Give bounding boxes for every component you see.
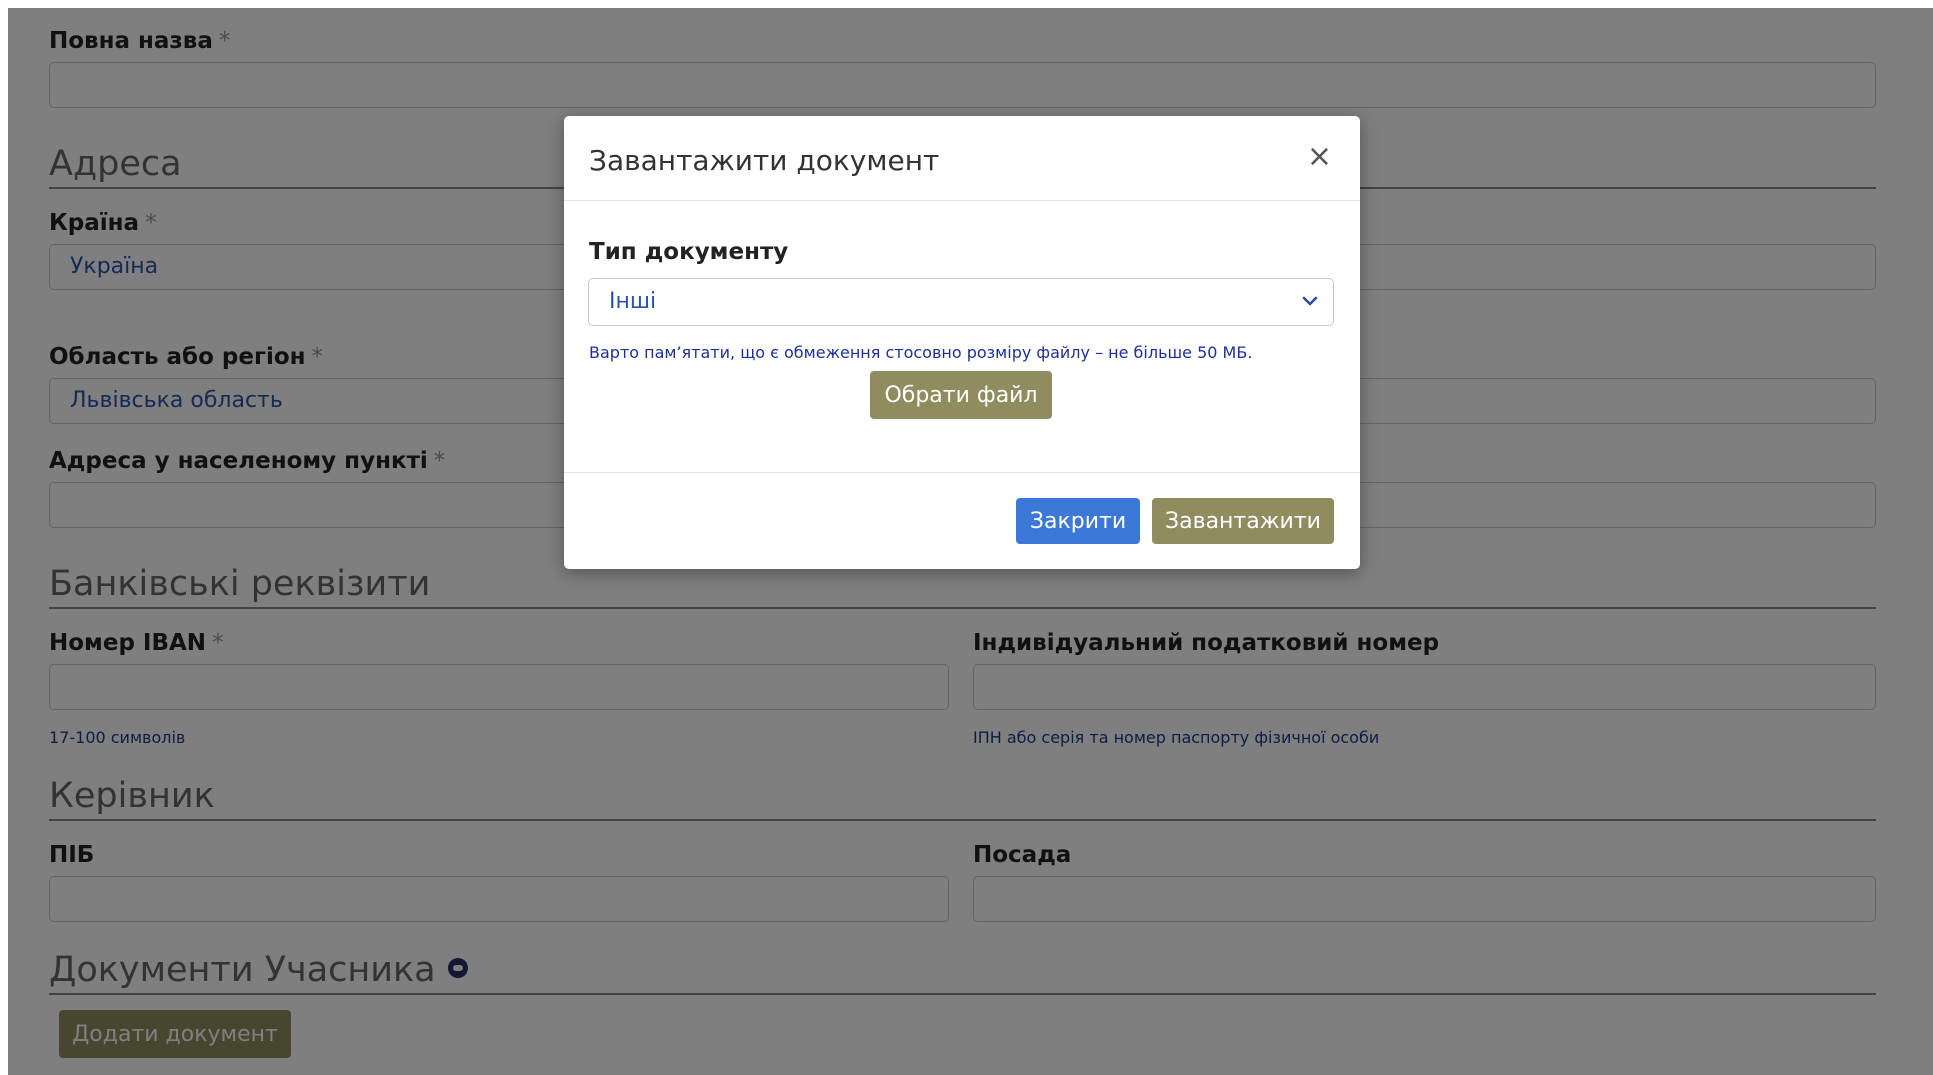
document-type-select[interactable]: Інші bbox=[588, 278, 1334, 326]
document-type-value: Інші bbox=[609, 289, 657, 314]
chevron-down-icon bbox=[1302, 296, 1318, 306]
page: Повна назва* Адреса Країна* Україна Обла… bbox=[8, 8, 1933, 1075]
modal-header-divider bbox=[564, 200, 1360, 201]
file-size-note: Варто пам’ятати, що є обмеження стосовно… bbox=[589, 343, 1253, 362]
document-type-label: Тип документу bbox=[589, 239, 789, 265]
close-icon[interactable]: × bbox=[1307, 142, 1332, 172]
upload-button[interactable]: Завантажити bbox=[1152, 498, 1334, 544]
modal-title: Завантажити документ bbox=[589, 144, 940, 177]
choose-file-button[interactable]: Обрати файл bbox=[870, 371, 1052, 419]
modal-footer-divider bbox=[564, 472, 1360, 473]
upload-document-modal: Завантажити документ × Тип документу Інш… bbox=[564, 116, 1360, 569]
close-button[interactable]: Закрити bbox=[1016, 498, 1140, 544]
